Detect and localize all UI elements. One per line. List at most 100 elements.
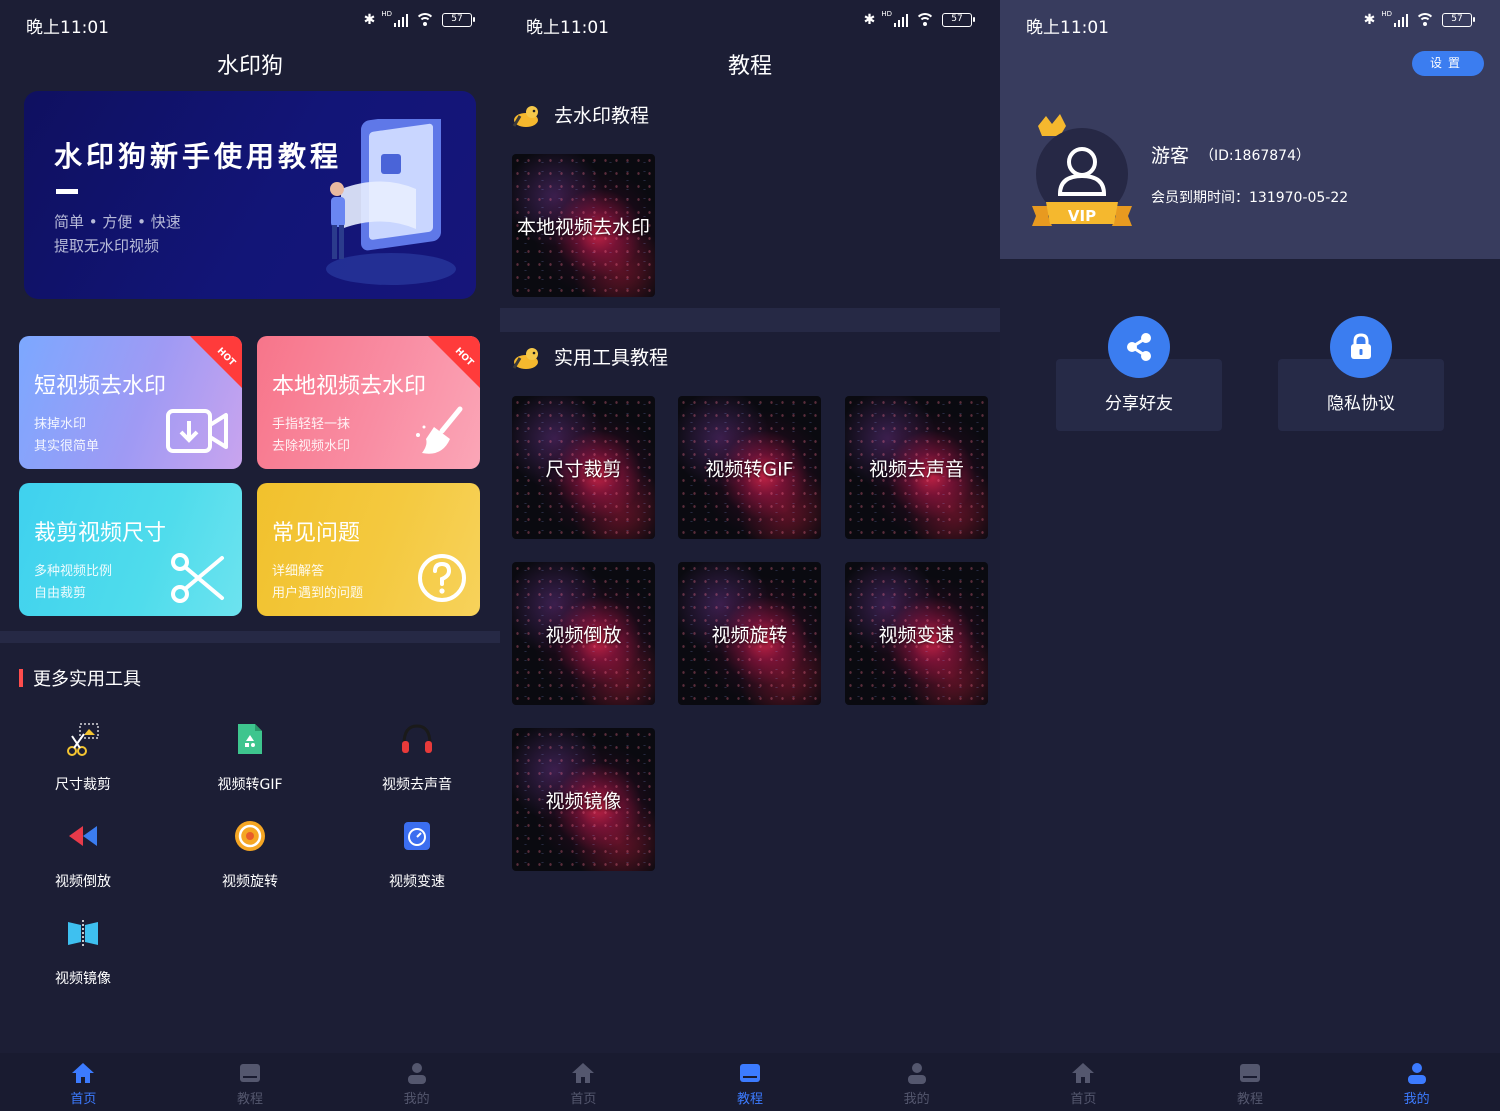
- status-time: 晚上11:01: [26, 18, 109, 38]
- remove-watermark-card[interactable]: HOT 短视频去水印 抹掉水印 其实很简单: [19, 336, 242, 469]
- status-bar: 晚上11:01 ✱ HD 57: [1000, 0, 1500, 48]
- action-label: 分享好友: [1105, 394, 1173, 414]
- banner-subtitle: 简单 • 方便 • 快速: [54, 213, 181, 231]
- vip-badge-text: VIP: [1068, 207, 1096, 225]
- download-video-icon: [166, 409, 228, 453]
- bluetooth-icon: ✱: [1363, 12, 1376, 28]
- user-icon: [907, 1063, 926, 1084]
- tool-mirror[interactable]: 视频镜像: [23, 916, 143, 996]
- banner-subtitle-2: 提取无水印视频: [54, 237, 160, 255]
- tutorial-card[interactable]: 本地视频去水印: [512, 154, 655, 297]
- tab-tutorial[interactable]: 教程: [167, 1053, 334, 1111]
- hot-badge-icon: HOT: [428, 336, 480, 388]
- battery-icon: 57: [1442, 13, 1475, 27]
- tab-home[interactable]: 首页: [0, 1053, 167, 1111]
- status-time: 晚上11:01: [526, 18, 609, 38]
- tutorial-banner[interactable]: 水印狗新手使用教程 简单 • 方便 • 快速 提取无水印视频: [24, 91, 476, 299]
- hot-badge-icon: HOT: [190, 336, 242, 388]
- tool-label: 尺寸裁剪: [55, 777, 111, 793]
- page-title: 水印狗: [216, 54, 283, 79]
- lock-icon: [1351, 333, 1371, 359]
- home-icon: [72, 1063, 95, 1083]
- wifi-icon: [414, 13, 436, 27]
- banner-title: 水印狗新手使用教程: [54, 140, 343, 173]
- tool-rotate[interactable]: 视频旋转: [190, 819, 310, 899]
- book-icon: [1240, 1064, 1260, 1082]
- tutorial-card-label: 本地视频去水印: [516, 216, 650, 238]
- tools-tutorial-heading: 实用工具教程: [512, 343, 668, 370]
- banner-dash: [56, 189, 78, 194]
- tab-label: 我的: [1403, 1092, 1430, 1107]
- card-line: 其实很简单: [34, 439, 100, 454]
- tab-tutorial[interactable]: 教程: [1167, 1053, 1334, 1111]
- scissors-icon: [171, 553, 224, 603]
- tab-mine[interactable]: 我的: [1333, 1053, 1500, 1111]
- vip-avatar-icon[interactable]: VIP: [1030, 112, 1134, 240]
- share-icon: [1127, 333, 1151, 361]
- hd-label: HD: [881, 10, 892, 18]
- tutorial-card[interactable]: 视频镜像: [512, 728, 655, 871]
- tab-label: 教程: [1237, 1092, 1264, 1107]
- tool-label: 视频镜像: [55, 971, 111, 987]
- privacy-policy-button[interactable]: 隐私协议: [1278, 316, 1444, 431]
- share-icon-circle: [1108, 316, 1170, 378]
- tab-mine[interactable]: 我的: [333, 1053, 500, 1111]
- book-icon: [740, 1064, 760, 1082]
- share-friends-button[interactable]: 分享好友: [1056, 316, 1222, 431]
- tutorial-card[interactable]: 尺寸裁剪: [512, 396, 655, 539]
- home-icon: [1072, 1063, 1095, 1083]
- settings-button[interactable]: 设置: [1412, 51, 1484, 76]
- watermark-tutorial-heading: 去水印教程: [512, 101, 649, 128]
- card-line: 手指轻轻一抹: [272, 417, 351, 432]
- tool-label: 视频倒放: [55, 874, 111, 890]
- profile-screen: 晚上11:01 ✱ HD 57 设置 VIP 游客 （ID:1867874） 会…: [1000, 0, 1500, 1111]
- tool-crop[interactable]: 尺寸裁剪: [23, 722, 143, 802]
- signal-icon: [1394, 13, 1408, 27]
- tutorial-card-label: 视频转GIF: [705, 458, 794, 480]
- tab-bar: 首页 教程 我的: [500, 1053, 1000, 1111]
- tool-mute[interactable]: 视频去声音: [357, 722, 477, 802]
- tool-gif[interactable]: 视频转GIF: [190, 722, 310, 802]
- tutorial-card[interactable]: 视频变速: [845, 562, 988, 705]
- tab-home[interactable]: 首页: [500, 1053, 667, 1111]
- tab-home[interactable]: 首页: [1000, 1053, 1167, 1111]
- tutorial-card[interactable]: 视频转GIF: [678, 396, 821, 539]
- tutorial-card[interactable]: 视频倒放: [512, 562, 655, 705]
- tab-tutorial[interactable]: 教程: [667, 1053, 834, 1111]
- headphones-icon: [402, 724, 432, 753]
- tool-speed[interactable]: 视频变速: [357, 819, 477, 899]
- card-title: 本地视频去水印: [272, 374, 427, 399]
- battery-icon: 57: [442, 13, 475, 27]
- question-icon: [418, 554, 466, 602]
- card-line: 详细解答: [272, 564, 325, 579]
- book-icon: [240, 1064, 260, 1082]
- card-title: 常见问题: [272, 521, 361, 546]
- page-title: 教程: [727, 54, 772, 79]
- crop-scissors-icon: [67, 723, 99, 756]
- status-time: 晚上11:01: [1026, 18, 1109, 38]
- section-divider: [0, 631, 500, 643]
- tool-reverse[interactable]: 视频倒放: [23, 819, 143, 899]
- bluetooth-icon: ✱: [363, 12, 376, 28]
- tab-mine[interactable]: 我的: [833, 1053, 1000, 1111]
- tutorial-card-label: 视频倒放: [545, 624, 622, 646]
- tab-label: 首页: [1070, 1092, 1097, 1107]
- local-video-watermark-card[interactable]: HOT 本地视频去水印 手指轻轻一抹 去除视频水印: [257, 336, 480, 469]
- wifi-icon: [914, 13, 936, 27]
- dog-mascot-icon: [512, 347, 538, 369]
- tutorial-card-label: 视频去声音: [868, 458, 964, 480]
- tutorial-card[interactable]: 视频旋转: [678, 562, 821, 705]
- user-icon: [1407, 1063, 1426, 1084]
- wifi-icon: [1414, 13, 1436, 27]
- tutorial-card[interactable]: 视频去声音: [845, 396, 988, 539]
- faq-card[interactable]: 常见问题 详细解答 用户遇到的问题: [257, 483, 480, 616]
- card-line: 抹掉水印: [34, 417, 87, 432]
- crop-video-card[interactable]: 裁剪视频尺寸 多种视频比例 自由裁剪: [19, 483, 242, 616]
- section-divider: [500, 308, 1000, 332]
- card-line: 用户遇到的问题: [272, 586, 364, 601]
- mirror-icon: [68, 920, 98, 946]
- section-title: 实用工具教程: [554, 347, 669, 369]
- rotate-disc-icon: [235, 821, 265, 851]
- tool-label: 视频去声音: [382, 777, 452, 793]
- tool-label: 视频变速: [389, 874, 445, 890]
